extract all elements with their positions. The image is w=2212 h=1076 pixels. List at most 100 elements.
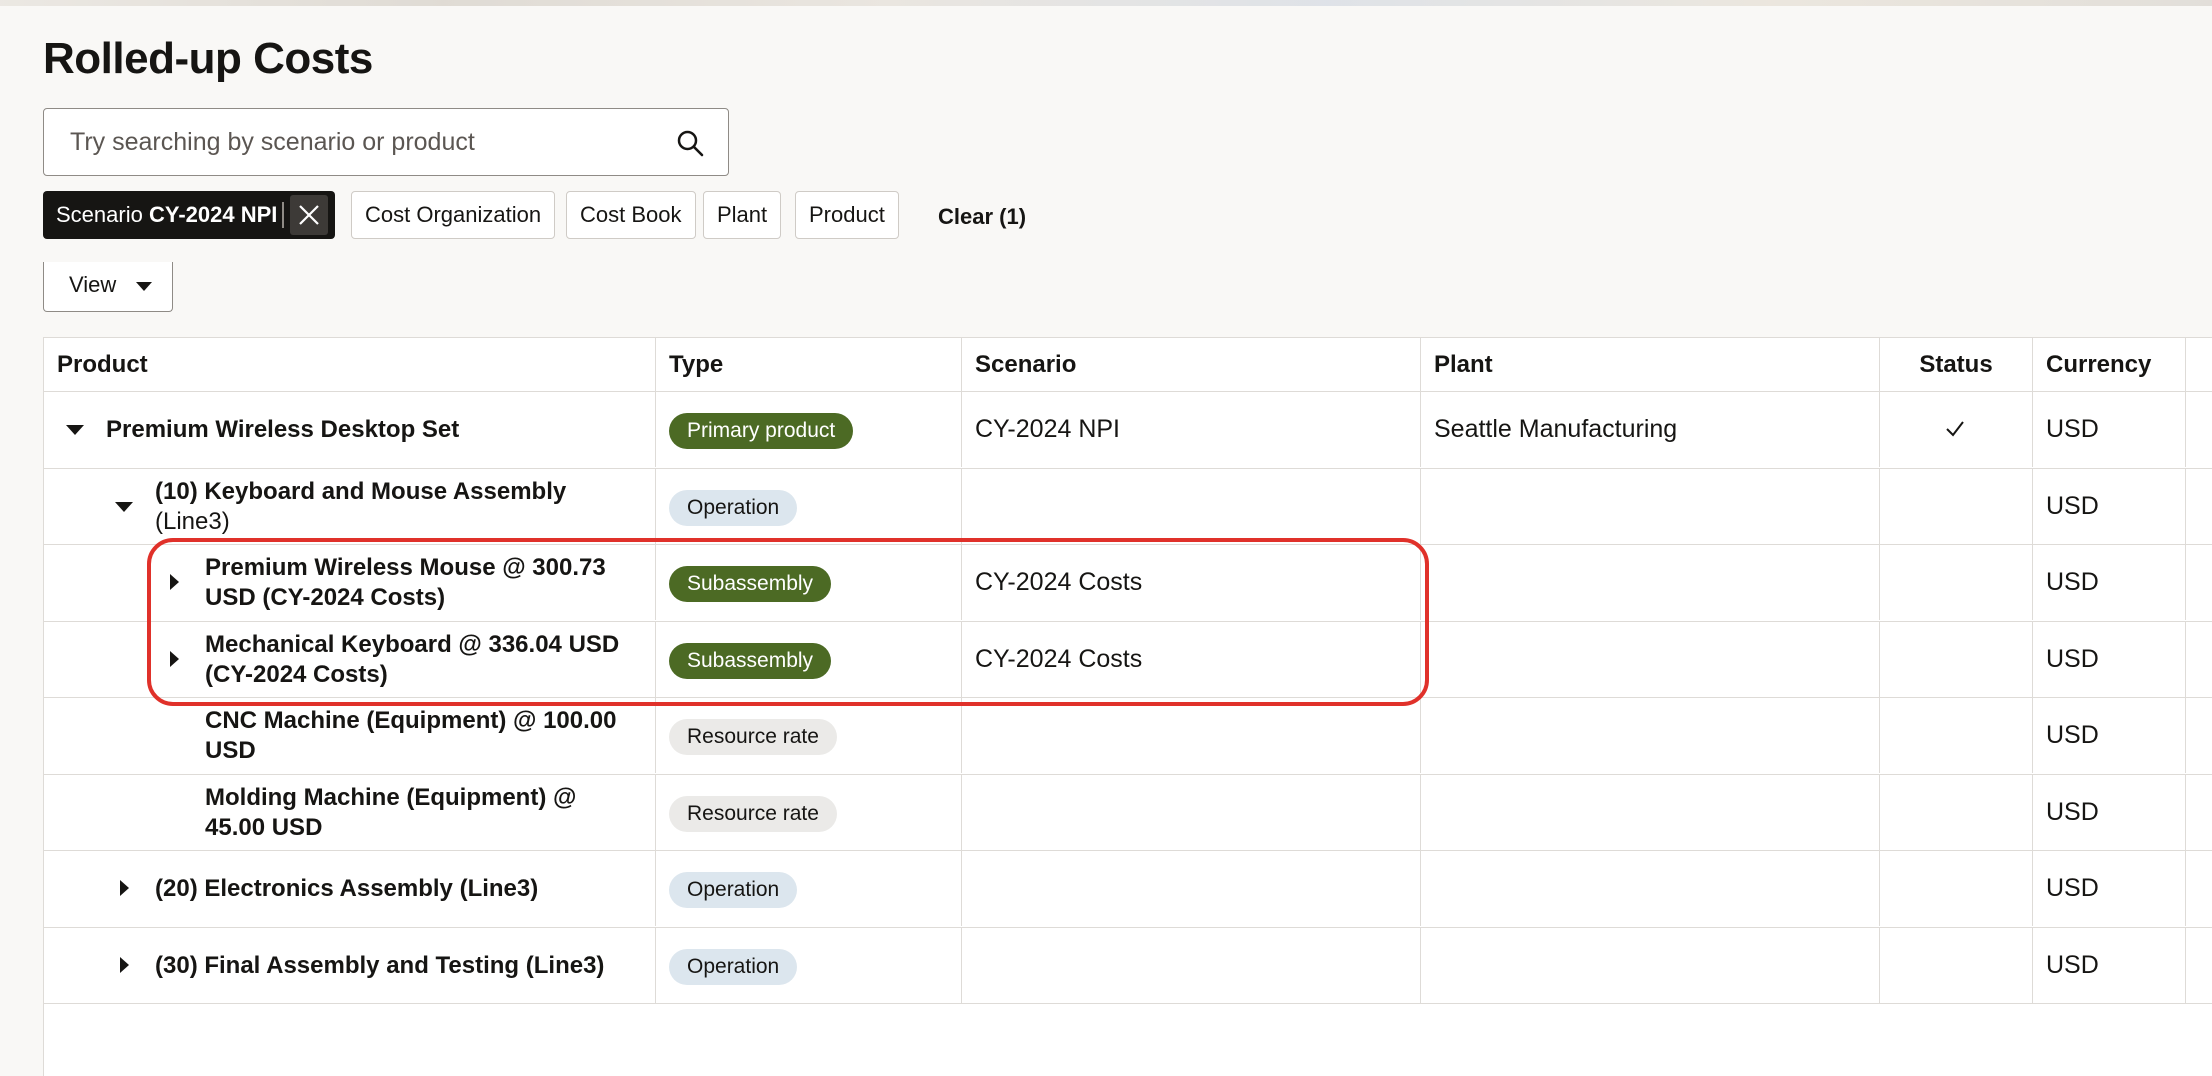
currency-cell: USD (2033, 545, 2186, 620)
remove-filter-button[interactable] (290, 195, 328, 235)
filter-chip-cost-book[interactable]: Cost Book (566, 191, 696, 239)
status-cell (1880, 392, 2033, 467)
filler-cell (2186, 545, 2212, 620)
scenario-value: CY-2024 NPI (975, 415, 1120, 443)
type-cell: Subassembly (656, 621, 962, 697)
product-name: CNC Machine (Equipment) @ 100.00 USD (205, 706, 616, 766)
plant-cell (1421, 621, 1880, 697)
status-cell (1880, 621, 2033, 697)
type-badge: Subassembly (669, 566, 832, 602)
currency-value: USD (2046, 491, 2099, 520)
product-cell: Premium Wireless Desktop Set (44, 392, 656, 467)
chip-divider (282, 202, 284, 228)
product-name: (30) Final Assembly and Testing (Line3) (155, 951, 605, 979)
column-header-product[interactable]: Product (44, 338, 656, 391)
filler-cell (2186, 469, 2212, 544)
product-cell: (20) Electronics Assembly (Line3) (44, 851, 656, 926)
product-name: (10) Keyboard and Mouse Assembly (Line3) (155, 477, 566, 537)
expand-icon[interactable] (120, 880, 129, 896)
filler-cell (2186, 928, 2212, 1003)
scenario-cell: CY-2024 Costs (962, 545, 1421, 620)
product-cell: Mechanical Keyboard @ 336.04 USD (CY-202… (44, 621, 656, 697)
product-cell: CNC Machine (Equipment) @ 100.00 USD (44, 698, 656, 773)
table-row[interactable]: Molding Machine (Equipment) @ 45.00 USD … (44, 774, 2212, 851)
product-cell: Molding Machine (Equipment) @ 45.00 USD (44, 774, 656, 850)
currency-value: USD (2046, 644, 2099, 673)
type-cell: Resource rate (656, 698, 962, 773)
product-cell: (10) Keyboard and Mouse Assembly (Line3) (44, 468, 656, 544)
column-header-scenario[interactable]: Scenario (962, 338, 1421, 391)
status-cell (1880, 468, 2033, 544)
product-name-line2: (Line3) (155, 507, 230, 535)
currency-value: USD (2046, 797, 2099, 826)
table-row[interactable]: Mechanical Keyboard @ 336.04 USD (CY-202… (44, 621, 2212, 698)
status-cell (1880, 545, 2033, 620)
scenario-cell: CY-2024 Costs (962, 621, 1421, 697)
scenario-cell (962, 698, 1421, 773)
plant-cell (1421, 468, 1880, 544)
search-icon[interactable] (676, 129, 704, 157)
table-row[interactable]: Premium Wireless Mouse @ 300.73 USD (CY-… (44, 545, 2212, 622)
filler-cell (2186, 775, 2212, 850)
type-badge: Primary product (669, 413, 854, 449)
product-name-line1: Mechanical Keyboard @ 336.04 USD (205, 630, 620, 658)
product-name: Molding Machine (Equipment) @ 45.00 USD (205, 783, 576, 843)
currency-cell: USD (2033, 468, 2186, 544)
currency-value: USD (2046, 950, 2099, 979)
scenario-value: CY-2024 Costs (975, 568, 1143, 596)
filter-chip-product[interactable]: Product (795, 191, 899, 239)
currency-value: USD (2046, 721, 2099, 749)
product-name-line1: Molding Machine (Equipment) @ (205, 783, 577, 811)
currency-cell: USD (2033, 392, 2186, 467)
currency-value: USD (2046, 568, 2099, 596)
table-row[interactable]: (30) Final Assembly and Testing (Line3) … (44, 927, 2212, 1004)
type-cell: Operation (656, 851, 962, 926)
column-header-type[interactable]: Type (656, 338, 962, 391)
filter-chip-scenario-active[interactable]: Scenario CY-2024 NPI (43, 191, 335, 239)
status-cell (1880, 927, 2033, 1003)
plant-cell (1421, 851, 1880, 926)
close-icon (299, 205, 319, 225)
currency-cell: USD (2033, 851, 2186, 926)
column-header-status[interactable]: Status (1880, 338, 2033, 391)
product-cell: (30) Final Assembly and Testing (Line3) (44, 927, 656, 1003)
column-header-filler (2186, 338, 2212, 391)
table-row[interactable]: Premium Wireless Desktop Set Primary pro… (44, 392, 2212, 469)
product-name: Mechanical Keyboard @ 336.04 USD (CY-202… (205, 630, 619, 690)
filter-chip-cost-organization[interactable]: Cost Organization (351, 191, 556, 239)
check-icon (1946, 421, 1964, 437)
product-name-line2: USD (205, 737, 256, 764)
filler-cell (2186, 698, 2212, 773)
scenario-value: CY-2024 Costs (975, 644, 1143, 673)
clear-filters-link[interactable]: Clear (1) (938, 204, 1026, 230)
filler-cell (2186, 851, 2212, 926)
type-badge: Subassembly (669, 642, 832, 679)
filler-cell (2186, 622, 2212, 697)
top-banner-strip (0, 0, 2212, 6)
filler-cell (2186, 392, 2212, 467)
collapse-icon[interactable] (66, 425, 84, 435)
expand-icon[interactable] (120, 956, 129, 973)
scenario-cell (962, 927, 1421, 1003)
expand-icon[interactable] (170, 650, 179, 667)
product-name: (20) Electronics Assembly (Line3) (155, 875, 539, 902)
collapse-icon[interactable] (115, 501, 133, 512)
table-row[interactable]: (20) Electronics Assembly (Line3) Operat… (44, 851, 2212, 928)
filter-chip-plant[interactable]: Plant (703, 191, 782, 239)
product-name-line1: Premium Wireless Mouse @ 300.73 (205, 554, 606, 581)
search-box[interactable] (43, 108, 729, 176)
status-cell (1880, 774, 2033, 850)
table-row[interactable]: (10) Keyboard and Mouse Assembly (Line3)… (44, 468, 2212, 545)
type-cell: Primary product (656, 392, 962, 467)
expand-icon[interactable] (170, 574, 179, 590)
rolled-up-costs-table: Product Type Scenario Plant Status Curre… (43, 337, 2212, 1076)
table-row[interactable]: CNC Machine (Equipment) @ 100.00 USD Res… (44, 698, 2212, 775)
column-header-plant[interactable]: Plant (1421, 338, 1880, 391)
view-button-label: View (69, 272, 117, 297)
column-header-currency[interactable]: Currency (2033, 338, 2186, 391)
type-cell: Operation (656, 927, 962, 1003)
scenario-cell (962, 851, 1421, 926)
view-menu-button[interactable]: View (43, 262, 173, 312)
status-cell (1880, 698, 2033, 773)
search-input[interactable] (68, 109, 672, 176)
